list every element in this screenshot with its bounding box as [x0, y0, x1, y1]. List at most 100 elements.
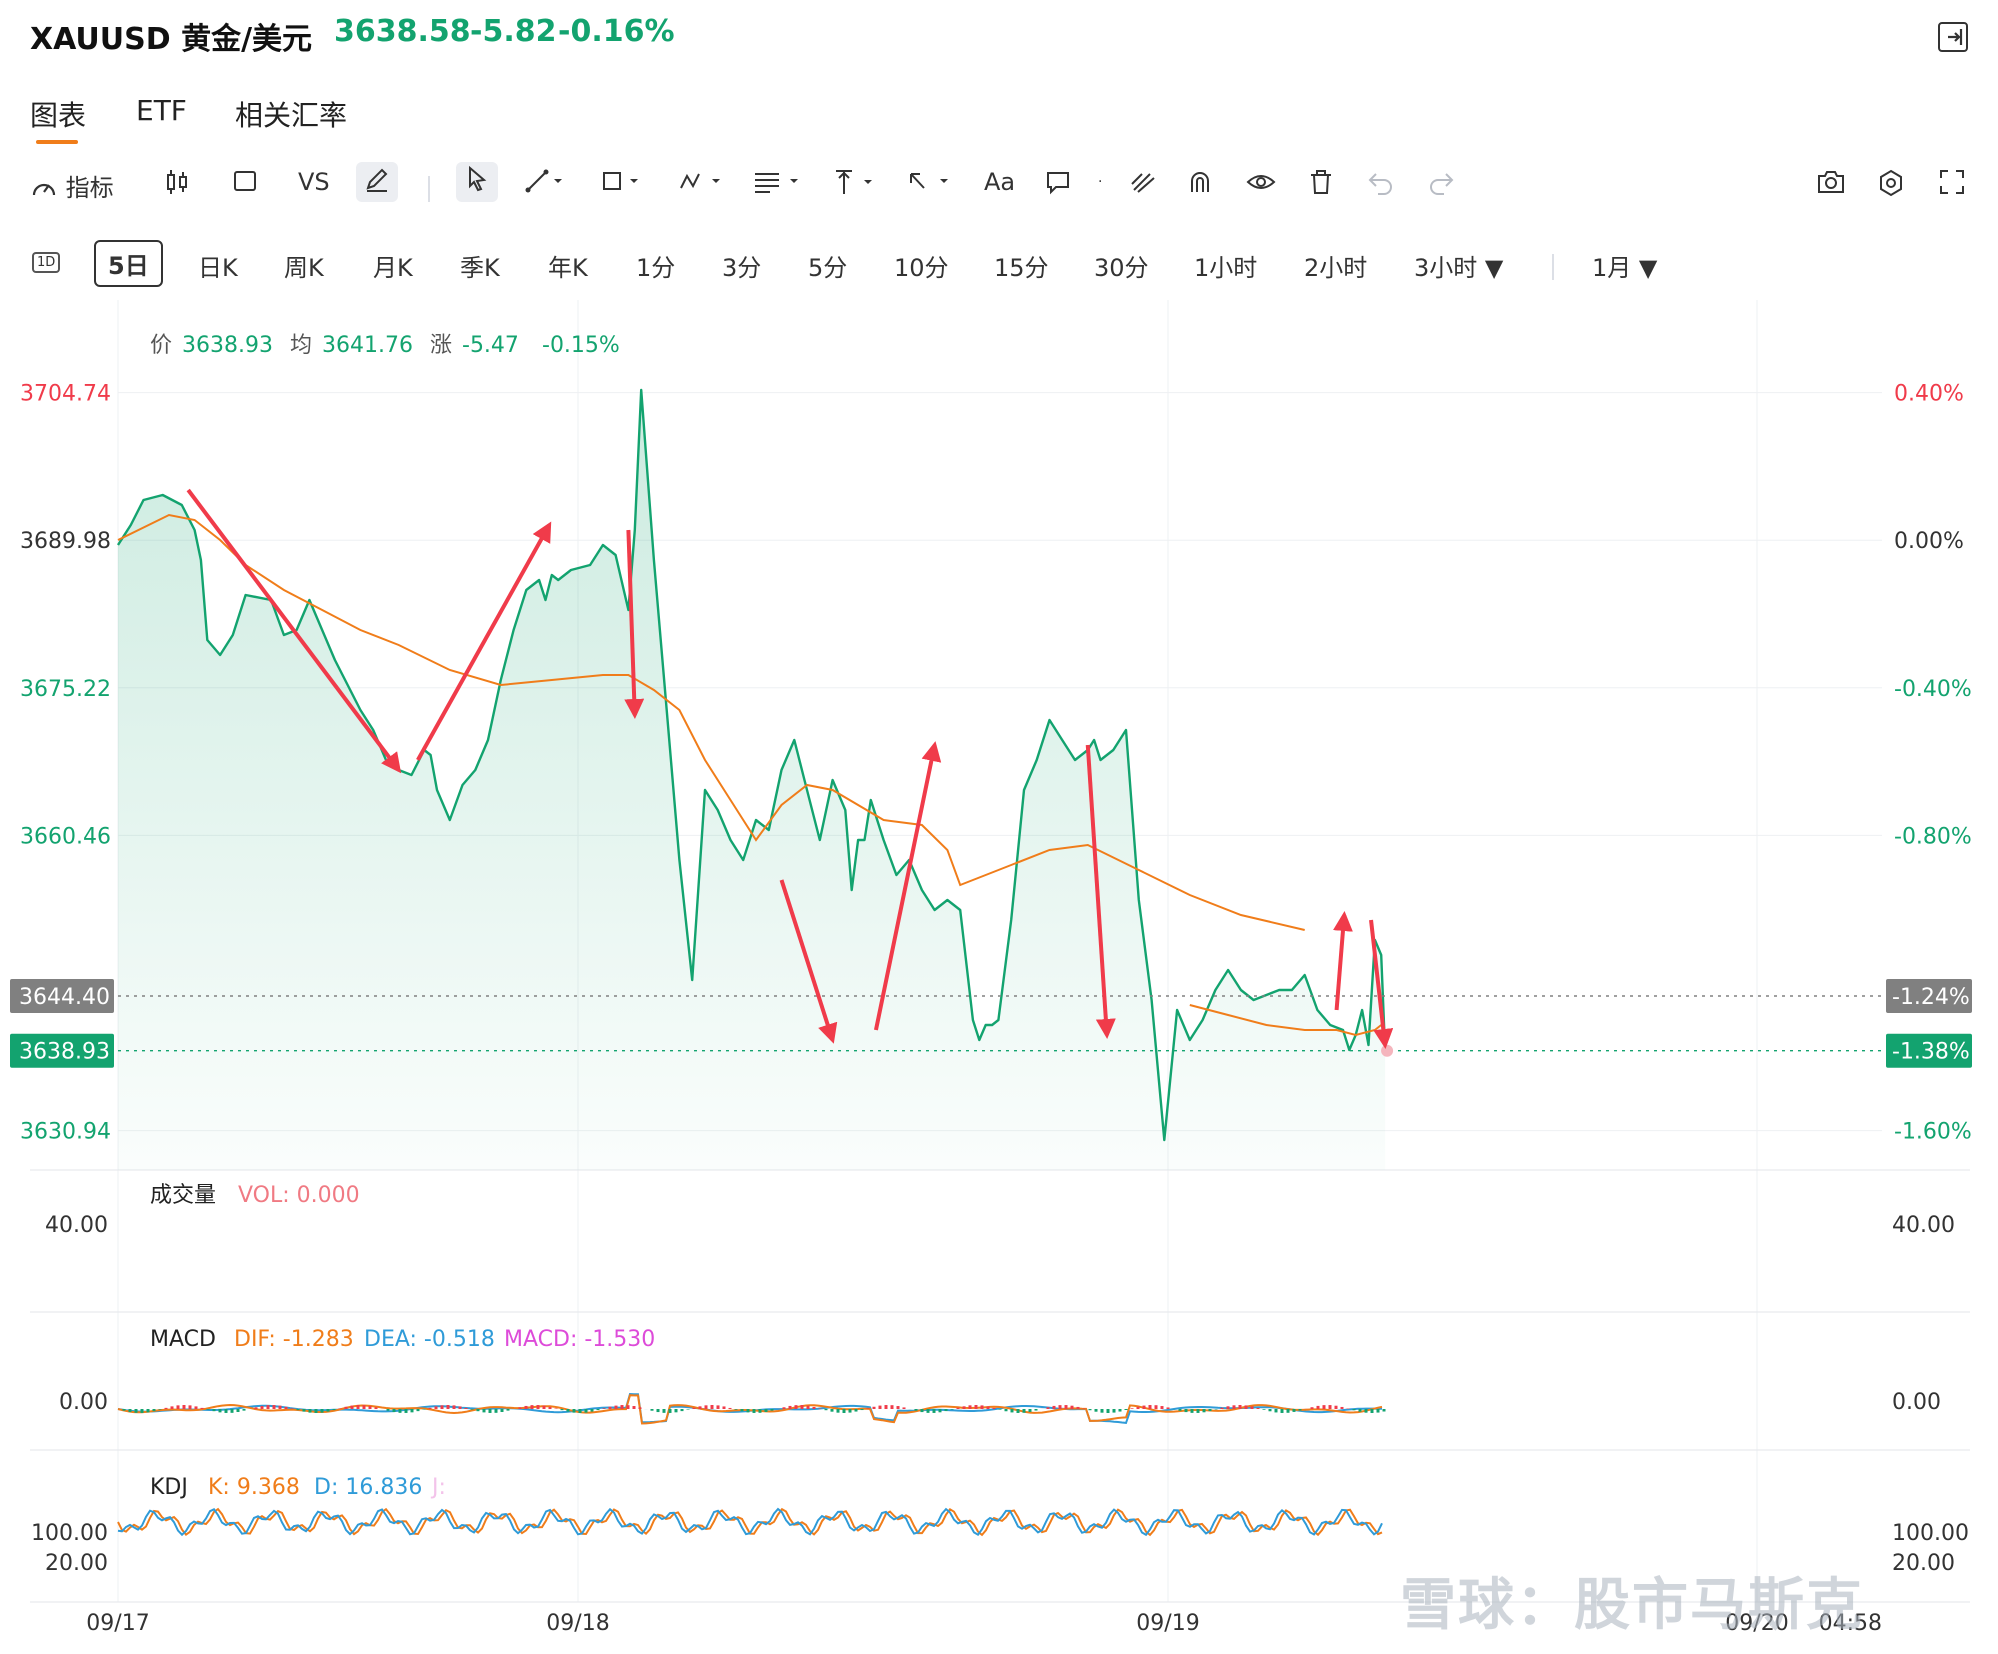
drawing-toolbar: 指标 VS Aa ·	[0, 160, 1998, 210]
avg-label: 均	[290, 333, 312, 358]
period-1h[interactable]: 1小时	[1194, 248, 1257, 283]
camera-icon[interactable]	[1816, 168, 1846, 202]
comment-icon[interactable]	[1044, 168, 1072, 202]
active-tab-indicator	[36, 140, 78, 144]
macd-title: MACD	[150, 1327, 216, 1352]
cursor-icon[interactable]	[456, 162, 498, 202]
y-tick-left-3: 3660.46	[20, 824, 111, 849]
redo-icon[interactable]	[1426, 168, 1456, 202]
magnet-icon[interactable]	[1186, 168, 1214, 202]
kdj-tick-low-left: 20.00	[45, 1551, 108, 1576]
volume-tick-right: 40.00	[1892, 1213, 1955, 1238]
macd-panel: MACD DIF: -1.283 DEA: -0.518 MACD: -1.53…	[59, 1327, 1941, 1425]
macd-tick-left: 0.00	[59, 1390, 108, 1415]
tab-chart[interactable]: 图表	[30, 94, 86, 134]
trendline-icon[interactable]	[524, 168, 564, 200]
kdj-k-line	[117, 1507, 1383, 1537]
period-5m[interactable]: 5分	[808, 248, 847, 283]
candlestick-icon[interactable]	[164, 168, 190, 202]
period-monthly[interactable]: 月K	[373, 248, 413, 283]
kdj-tick-high-right: 100.00	[1892, 1521, 1969, 1546]
undo-icon[interactable]	[1366, 168, 1396, 202]
marker-tag-left-1: 3638.93	[19, 1040, 110, 1065]
info-chg: -5.47	[462, 333, 519, 358]
price-label: 价	[150, 333, 172, 358]
price-chart[interactable]: 价 3638.93 均 3641.76 涨 -5.47 -0.15% 3644.…	[0, 300, 1998, 1654]
text-tool-button[interactable]: Aa	[984, 168, 1015, 196]
marker-tag-left-0: 3644.40	[19, 985, 110, 1010]
last-point-dot	[1381, 1044, 1394, 1057]
price-layer: 3644.40 -1.24% 3638.93 -1.38%	[10, 388, 1972, 1170]
period-yearly[interactable]: 年K	[548, 248, 588, 283]
y-tick-left-2: 3675.22	[20, 677, 111, 702]
period-5d[interactable]: 5日	[94, 240, 163, 287]
rectangle-icon[interactable]	[232, 168, 258, 200]
period-3h-dropdown[interactable]: 3小时 ▼	[1414, 248, 1503, 283]
arrow-tool-icon[interactable]	[906, 168, 952, 200]
kdj-d: D: 16.836	[314, 1475, 422, 1500]
marker-tag-right-1: -1.38%	[1892, 1040, 1970, 1065]
pencil-icon[interactable]	[356, 162, 398, 202]
eye-icon[interactable]	[1246, 168, 1276, 202]
price-change: -5.82	[470, 14, 557, 49]
macd-dea-line	[117, 1392, 1383, 1424]
info-bar: 价 3638.93 均 3641.76 涨 -5.47 -0.15%	[150, 333, 620, 358]
volume-panel: 成交量 VOL: 0.000 40.00 40.00	[45, 1183, 1955, 1238]
dot-icon: ·	[1098, 174, 1103, 190]
marker-tag-right-0: -1.24%	[1892, 985, 1970, 1010]
y-tick-right-4: -1.60%	[1894, 1120, 1972, 1145]
macd-value: MACD: -1.530	[504, 1327, 655, 1352]
y-tick-left-0: 3704.74	[20, 382, 111, 407]
period-quarterly[interactable]: 季K	[460, 248, 500, 283]
fibonacci-icon[interactable]	[752, 168, 802, 200]
info-pct: -0.15%	[542, 333, 620, 358]
settings-icon[interactable]	[1876, 168, 1906, 204]
period-1d-icon[interactable]: 1D	[32, 252, 61, 273]
period-10m[interactable]: 10分	[894, 248, 949, 283]
macd-dif: DIF: -1.283	[234, 1327, 354, 1352]
x-tick-2: 09/19	[1136, 1611, 1199, 1636]
period-1mo-dropdown[interactable]: 1月 ▼	[1592, 248, 1657, 283]
info-avg: 3641.76	[322, 333, 413, 358]
kdj-k: K: 9.368	[208, 1475, 300, 1500]
collapse-panel-icon[interactable]	[1938, 22, 1968, 52]
volume-title: 成交量	[150, 1183, 216, 1208]
watermark: 雪球：股市马斯克	[1400, 1573, 1864, 1638]
y-tick-left-1: 3689.98	[20, 529, 111, 554]
gauge-icon	[32, 183, 56, 196]
fullscreen-icon[interactable]	[1938, 168, 1966, 202]
y-tick-right-2: -0.40%	[1894, 677, 1972, 702]
symbol-title: XAUUSD 黄金/美元	[30, 22, 313, 57]
tab-related-fx[interactable]: 相关汇率	[235, 94, 347, 134]
volume-value: VOL: 0.000	[238, 1183, 360, 1208]
period-1m[interactable]: 1分	[636, 248, 675, 283]
pattern-icon[interactable]	[678, 168, 722, 200]
period-15m[interactable]: 15分	[994, 248, 1049, 283]
period-weekly[interactable]: 周K	[284, 248, 324, 283]
indicator-button[interactable]: 指标	[30, 168, 114, 203]
kdj-title: KDJ	[150, 1475, 188, 1500]
x-tick-1: 09/18	[546, 1611, 609, 1636]
compare-button[interactable]: VS	[298, 168, 330, 196]
brush-icon[interactable]	[1128, 168, 1158, 202]
kdj-d-line	[117, 1507, 1383, 1537]
x-tick-0: 09/17	[86, 1611, 149, 1636]
price-area	[118, 390, 1386, 1170]
period-3m[interactable]: 3分	[722, 248, 761, 283]
price-change-pct: -0.16%	[558, 14, 675, 49]
period-selector: 1D 5日 日K 周K 月K 季K 年K 1分 3分 5分 10分 15分 30…	[0, 238, 1998, 290]
period-2h[interactable]: 2小时	[1304, 248, 1367, 283]
kdj-tick-low-right: 20.00	[1892, 1551, 1955, 1576]
period-30m[interactable]: 30分	[1094, 248, 1149, 283]
volume-tick-left: 40.00	[45, 1213, 108, 1238]
tab-etf[interactable]: ETF	[136, 94, 187, 127]
chg-label: 涨	[430, 333, 452, 358]
macd-tick-right: 0.00	[1892, 1390, 1941, 1415]
period-daily[interactable]: 日K	[198, 248, 238, 283]
y-tick-right-0: 0.40%	[1894, 382, 1964, 407]
shape-icon[interactable]	[600, 168, 640, 200]
measure-icon[interactable]	[832, 168, 876, 202]
y-tick-left-4: 3630.94	[20, 1120, 111, 1145]
kdj-j: J:	[430, 1475, 446, 1500]
trash-icon[interactable]	[1308, 168, 1334, 202]
